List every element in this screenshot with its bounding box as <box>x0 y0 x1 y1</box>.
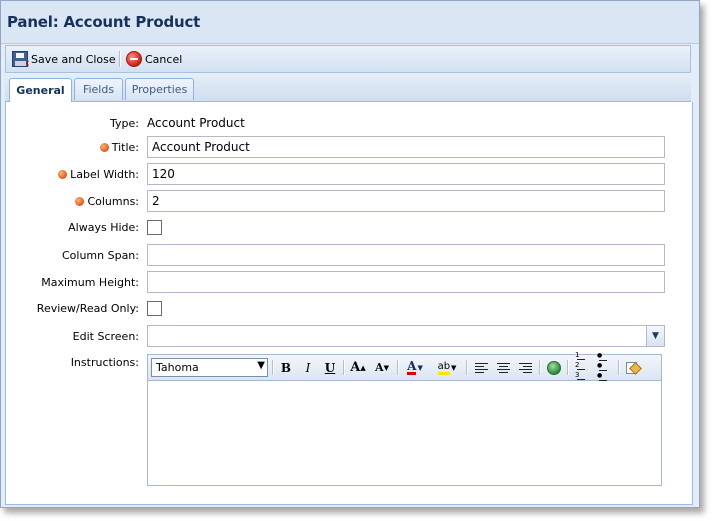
column-span-label: Column Span: <box>61 249 139 262</box>
title-bar: Panel: Account Product <box>1 1 699 44</box>
type-value: Account Product <box>147 116 245 130</box>
numbered-list-icon: 1 2 3 <box>575 351 589 383</box>
chevron-down-icon: ▼ <box>652 331 659 341</box>
editor-separator <box>397 360 399 375</box>
window-title: Panel: Account Product <box>7 13 201 31</box>
source-edit-icon <box>626 361 642 375</box>
grow-font-icon: A <box>350 360 361 375</box>
main-toolbar: × Save and Close Cancel <box>5 45 691 73</box>
align-center-button[interactable] <box>494 359 512 376</box>
align-right-icon <box>518 362 532 373</box>
editor-separator <box>567 360 569 375</box>
title-label-text: Title: <box>111 141 139 154</box>
edit-screen-combobox[interactable]: ▼ <box>147 325 665 347</box>
editor-toolbar: Tahoma ▼ B I U A ▲ A ▼ A ▼ ab ▼ 1 2 3 ● … <box>148 351 661 381</box>
columns-input[interactable] <box>147 190 665 212</box>
save-close-icon: × <box>12 51 30 69</box>
general-tab-panel: Type: Account Product Title: Label Width… <box>5 102 693 505</box>
review-read-only-label: Review/Read Only: <box>36 302 139 315</box>
maximum-height-label: Maximum Height: <box>41 276 139 289</box>
italic-button[interactable]: I <box>299 359 317 376</box>
tab-fields[interactable]: Fields <box>74 78 123 100</box>
title-input[interactable] <box>147 136 665 158</box>
chevron-down-icon: ▼ <box>451 363 457 372</box>
columns-label: Columns: <box>75 195 139 208</box>
cancel-button[interactable]: Cancel <box>126 49 182 69</box>
review-read-only-checkbox[interactable] <box>147 301 162 316</box>
label-width-label-text: Label Width: <box>70 168 139 181</box>
save-and-close-label: Save and Close <box>31 52 116 66</box>
required-indicator-icon <box>75 197 85 206</box>
edit-screen-dropdown-trigger[interactable]: ▼ <box>646 326 664 346</box>
type-label: Type: <box>110 117 139 130</box>
align-center-icon <box>496 362 510 373</box>
tab-strip: General Fields Properties <box>5 73 691 102</box>
align-left-icon <box>474 362 488 373</box>
save-and-close-button[interactable]: × Save and Close <box>12 49 116 69</box>
underline-button[interactable]: U <box>321 359 339 376</box>
align-right-button[interactable] <box>516 359 534 376</box>
shrink-font-icon: A <box>375 361 384 374</box>
bullet-list-icon: ● ● ● <box>597 352 611 383</box>
column-span-input[interactable] <box>147 244 665 266</box>
font-color-button[interactable]: A ▼ <box>403 359 427 376</box>
bullet-list-button[interactable]: ● ● ● <box>595 352 613 381</box>
label-width-label: Label Width: <box>58 168 139 181</box>
cancel-label: Cancel <box>145 52 183 66</box>
font-family-select[interactable]: Tahoma ▼ <box>151 358 268 377</box>
always-hide-label: Always Hide: <box>68 221 139 234</box>
grow-font-button[interactable]: A ▲ <box>349 359 367 376</box>
link-globe-icon <box>547 360 561 375</box>
cancel-icon <box>126 51 142 67</box>
font-family-value: Tahoma <box>156 361 199 374</box>
editor-content-area[interactable] <box>148 381 661 485</box>
toolbar-separator <box>119 51 121 67</box>
chevron-down-icon: ▼ <box>257 360 265 371</box>
numbered-list-button[interactable]: 1 2 3 <box>573 351 591 380</box>
title-label: Title: <box>99 141 139 154</box>
instructions-html-editor: Tahoma ▼ B I U A ▲ A ▼ A ▼ ab ▼ 1 2 3 ● … <box>147 351 662 486</box>
shrink-font-button[interactable]: A ▼ <box>373 359 391 376</box>
instructions-label: Instructions: <box>70 356 139 369</box>
chevron-down-icon: ▼ <box>417 363 423 372</box>
tab-general[interactable]: General <box>9 78 72 102</box>
insert-link-button[interactable] <box>545 359 563 376</box>
required-indicator-icon <box>58 170 68 179</box>
highlight-icon: ab <box>437 361 451 375</box>
align-left-button[interactable] <box>472 359 490 376</box>
editor-separator <box>343 360 345 375</box>
font-color-icon: A <box>407 359 417 375</box>
editor-separator <box>618 360 620 375</box>
maximum-height-input[interactable] <box>147 271 665 293</box>
always-hide-checkbox[interactable] <box>147 220 162 235</box>
editor-separator <box>466 360 468 375</box>
columns-label-text: Columns: <box>87 195 139 208</box>
highlight-color-button[interactable]: ab ▼ <box>434 359 460 376</box>
tab-properties[interactable]: Properties <box>125 78 194 100</box>
source-edit-button[interactable] <box>624 359 642 376</box>
label-width-input[interactable] <box>147 163 665 185</box>
bold-button[interactable]: B <box>277 359 295 376</box>
required-indicator-icon <box>99 143 109 152</box>
edit-screen-label: Edit Screen: <box>72 330 139 343</box>
editor-separator <box>539 360 541 375</box>
panel-window: Panel: Account Product × Save and Close … <box>0 0 700 508</box>
editor-separator <box>272 360 274 375</box>
